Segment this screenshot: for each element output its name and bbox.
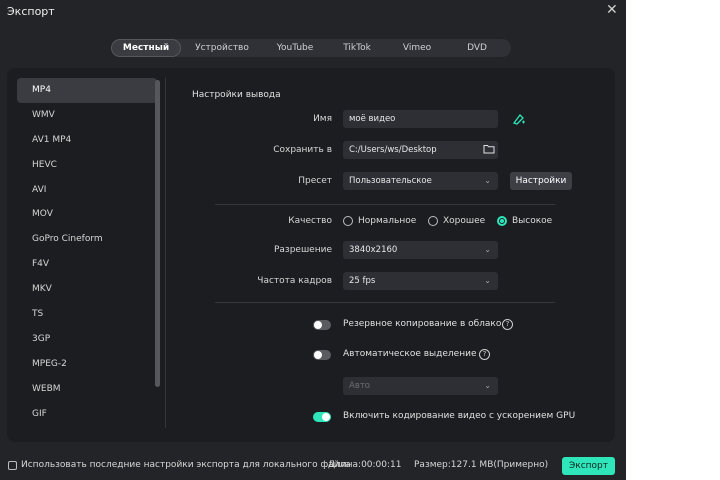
fps-select[interactable]: 25 fps ⌄ [343, 272, 498, 290]
auto-highlight-toggle[interactable] [313, 350, 331, 360]
settings-button[interactable]: Настройки [510, 172, 572, 190]
quality-option-label: Нормальное [358, 216, 417, 226]
auto-value: Авто [349, 381, 370, 391]
background [626, 0, 720, 480]
format-item-gopro-cineform[interactable]: GoPro Cineform [17, 227, 157, 252]
chevron-down-icon: ⌄ [484, 245, 491, 254]
chevron-down-icon: ⌄ [484, 381, 491, 390]
format-item-av1-mp4[interactable]: AV1 MP4 [17, 128, 157, 153]
format-item-f4v[interactable]: F4V [17, 252, 157, 277]
divider [215, 204, 555, 205]
destination-tabs: Местный Устройство YouTube TikTok Vimeo … [111, 39, 511, 57]
file-size-text: Размер:127.1 MB(Примерно) [414, 460, 549, 470]
auto-highlight-label: Автоматическое выделение [343, 349, 477, 359]
tab-dvd[interactable]: DVD [447, 39, 507, 57]
export-button[interactable]: Экспорт [562, 457, 615, 475]
quality-option-label: Высокое [512, 216, 553, 226]
tab-youtube[interactable]: YouTube [263, 39, 327, 57]
toggle-knob [322, 413, 330, 421]
toggle-knob [314, 351, 322, 359]
gpu-encoding-toggle[interactable] [313, 412, 331, 422]
help-icon[interactable]: ? [479, 349, 490, 360]
dialog-title: Экспорт [7, 5, 55, 18]
toggle-knob [314, 321, 322, 329]
resolution-value: 3840x2160 [349, 245, 398, 255]
preset-label: Пресет [298, 176, 332, 186]
auto-highlight-select[interactable]: Авто ⌄ [343, 377, 498, 395]
preset-value: Пользовательское [349, 176, 432, 186]
radio-circle-selected [497, 216, 507, 226]
name-input[interactable]: моё видео [343, 110, 498, 128]
quality-radio-normal[interactable]: Нормальное [343, 216, 416, 226]
format-list: MP4 WMV AV1 MP4 HEVC AVI MOV GoPro Cinef… [17, 78, 157, 426]
close-icon[interactable]: ✕ [606, 3, 618, 17]
resolution-select[interactable]: 3840x2160 ⌄ [343, 241, 498, 259]
save-path-input[interactable]: C:/Users/ws/Desktop [343, 141, 498, 159]
ai-rename-icon[interactable] [512, 112, 526, 126]
export-dialog: Экспорт ✕ Местный Устройство YouTube Tik… [0, 0, 626, 480]
tab-local[interactable]: Местный [111, 39, 181, 57]
gpu-encoding-label: Включить кодирование видео с ускорением … [343, 411, 576, 421]
fps-value: 25 fps [349, 276, 376, 286]
quality-label: Качество [288, 216, 332, 226]
format-item-ts[interactable]: TS [17, 302, 157, 327]
format-item-wmv[interactable]: WMV [17, 103, 157, 128]
duration-text: Длина:00:00:11 [328, 460, 402, 470]
tab-vimeo[interactable]: Vimeo [387, 39, 447, 57]
tab-tiktok[interactable]: TikTok [327, 39, 387, 57]
format-item-mpeg-2[interactable]: MPEG-2 [17, 352, 157, 377]
output-settings-title: Настройки вывода [192, 90, 281, 100]
save-to-label: Сохранить в [273, 145, 332, 155]
format-item-hevc[interactable]: HEVC [17, 153, 157, 178]
fps-label: Частота кадров [257, 276, 332, 286]
cloud-backup-label: Резервное копирование в облако [343, 319, 502, 329]
tab-device[interactable]: Устройство [181, 39, 263, 57]
format-item-mov[interactable]: MOV [17, 202, 157, 227]
quality-option-label: Хорошее [443, 216, 486, 226]
folder-icon[interactable] [483, 144, 495, 154]
quality-radio-good[interactable]: Хорошее [428, 216, 485, 226]
panel-divider [165, 78, 166, 428]
divider [215, 302, 555, 303]
name-label: Имя [313, 114, 332, 124]
format-item-mp4[interactable]: MP4 [17, 78, 157, 103]
format-item-gif[interactable]: GIF [17, 402, 157, 427]
help-icon[interactable]: ? [502, 319, 513, 330]
chevron-down-icon: ⌄ [484, 276, 491, 285]
radio-circle [343, 216, 353, 226]
format-item-webm[interactable]: WEBM [17, 377, 157, 402]
radio-circle [428, 216, 438, 226]
format-item-avi[interactable]: AVI [17, 178, 157, 203]
quality-radio-high[interactable]: Высокое [497, 216, 552, 226]
format-item-mkv[interactable]: MKV [17, 277, 157, 302]
format-item-3gp[interactable]: 3GP [17, 327, 157, 352]
preset-select[interactable]: Пользовательское ⌄ [343, 172, 498, 190]
chevron-down-icon: ⌄ [484, 176, 491, 185]
use-last-settings-label: Использовать последние настройки экспорт… [21, 460, 351, 470]
format-list-scrollbar[interactable] [155, 80, 160, 387]
resolution-label: Разрешение [273, 245, 332, 255]
use-last-settings-checkbox[interactable] [8, 461, 17, 470]
cloud-backup-toggle[interactable] [313, 320, 331, 330]
